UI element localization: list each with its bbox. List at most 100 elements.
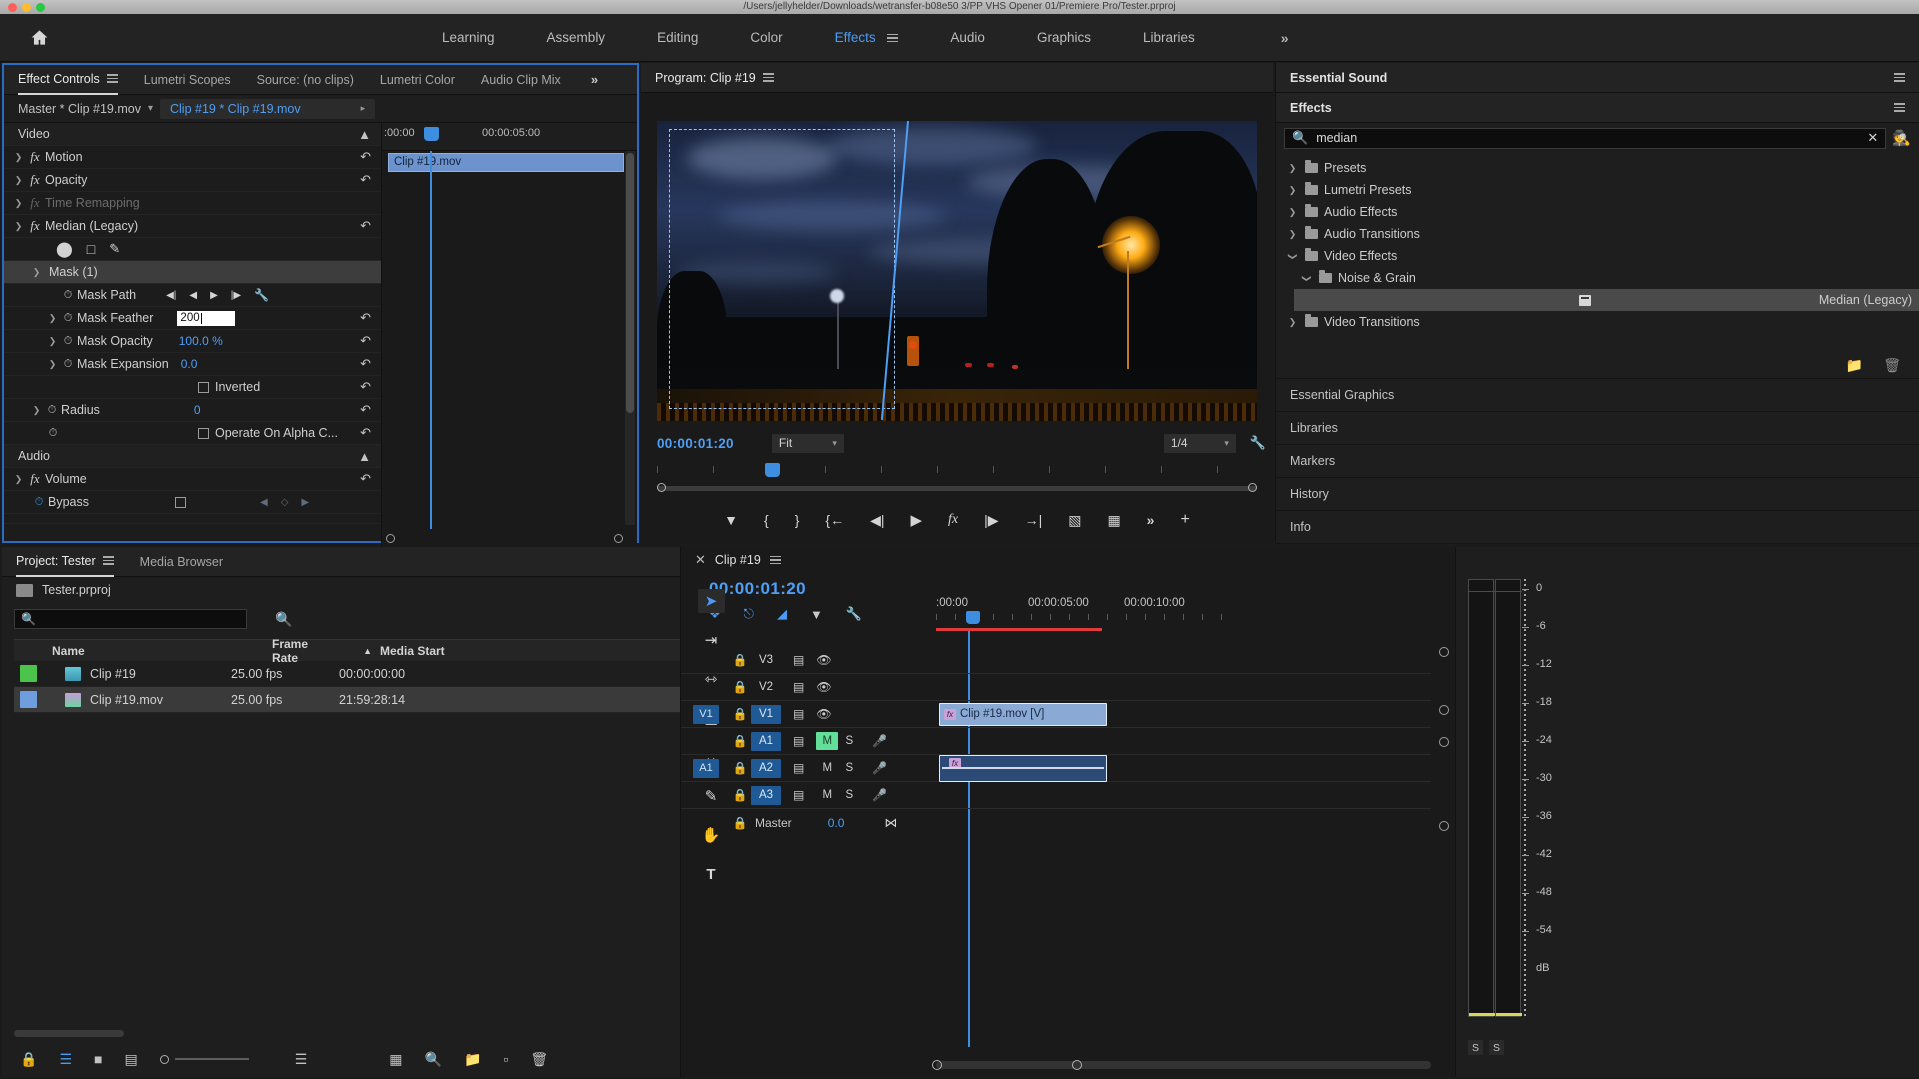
zoom-level-select[interactable]: Fit ▾ <box>772 434 844 453</box>
master-volume-value[interactable]: 0.0 <box>828 816 845 830</box>
mask-opacity-value[interactable]: 100.0 % <box>179 334 223 348</box>
lock-icon[interactable]: 🔒 <box>729 788 751 802</box>
rectangle-mask-icon[interactable]: □ <box>87 241 95 257</box>
inverted-checkbox[interactable] <box>198 382 209 393</box>
mic-icon[interactable]: 🎤 <box>872 788 887 802</box>
collapse-video-icon[interactable]: ▲ <box>358 127 371 142</box>
track-name-a1[interactable]: A1 <box>751 732 781 751</box>
collapse-mask-icon[interactable]: ❯ <box>30 267 43 278</box>
expand-mask-feather-icon[interactable]: ❯ <box>46 313 59 324</box>
project-search-input[interactable]: 🔍 <box>14 609 247 629</box>
bypass-checkbox[interactable] <box>175 497 186 508</box>
play-icon[interactable]: ▶ <box>911 511 923 529</box>
prev-keyframe-icon[interactable]: ◀ <box>260 497 268 508</box>
timeline-sequence-tab-label[interactable]: Clip #19 <box>715 553 761 567</box>
expand-mask-expansion-icon[interactable]: ❯ <box>46 359 59 370</box>
settings-wrench-icon[interactable]: 🔧 <box>1250 435 1266 451</box>
property-bypass[interactable]: ⏱ Bypass ◀ ◇ ▶ <box>4 491 381 514</box>
property-median-legacy[interactable]: ❯ fx Median (Legacy) ↶ <box>4 215 381 238</box>
workspace-tab-libraries[interactable]: Libraries <box>1117 14 1221 62</box>
workspace-overflow-icon[interactable]: » <box>1281 30 1288 46</box>
clip-indicator-right[interactable] <box>1496 580 1522 592</box>
program-monitor-video[interactable] <box>657 121 1257 421</box>
type-tool-icon[interactable]: T <box>698 862 725 886</box>
stopwatch-icon[interactable]: ⏱ <box>44 427 62 440</box>
ec-playhead[interactable] <box>424 127 439 141</box>
linked-selection-icon[interactable]: ◢ <box>777 606 787 622</box>
property-volume[interactable]: ❯ fx Volume ↶ <box>4 468 381 491</box>
add-marker-icon[interactable]: ▼ <box>810 607 823 622</box>
effects-tree-item-lumetri-presets[interactable]: ❯ Lumetri Presets <box>1276 179 1919 201</box>
track-name-v3[interactable]: V3 <box>751 651 781 670</box>
expand-mask-opacity-icon[interactable]: ❯ <box>46 336 59 347</box>
tab-source-monitor[interactable]: Source: (no clips) <box>257 65 354 95</box>
toggle-track-output-icon[interactable]: 👁 <box>816 680 831 694</box>
effect-controls-clip-label-box[interactable]: Clip #19 * Clip #19.mov ▸ <box>160 99 375 119</box>
track-name-a2[interactable]: A2 <box>751 759 781 778</box>
reset-mask-opacity-icon[interactable]: ↶ <box>360 333 371 349</box>
effect-controls-overflow-icon[interactable]: » <box>591 72 598 87</box>
workspace-tab-audio[interactable]: Audio <box>924 14 1011 62</box>
property-mask-feather[interactable]: ❯ ⏱ Mask Feather 200 ↶ <box>4 307 381 330</box>
panel-essential-graphics[interactable]: Essential Graphics <box>1276 379 1919 412</box>
chevron-down-icon[interactable]: ❯ <box>1287 250 1298 263</box>
panel-history[interactable]: History <box>1276 478 1919 511</box>
track-header-master[interactable]: 🔒 Master 0.0 ⋈ <box>681 809 1431 836</box>
stopwatch-icon[interactable]: ⏱ <box>59 312 77 325</box>
section-audio[interactable]: Audio ▲ <box>4 445 381 468</box>
workspace-tab-effects[interactable]: Effects <box>809 14 925 62</box>
next-keyframe-icon[interactable]: ▶ <box>301 497 309 508</box>
solo-track-a3[interactable]: S <box>838 789 860 801</box>
tab-project-tester[interactable]: Project: Tester <box>16 547 114 577</box>
play-mask-icon[interactable]: ▶ <box>210 290 218 301</box>
essential-sound-header[interactable]: Essential Sound <box>1276 63 1919 93</box>
find-effects-icon[interactable]: 🕵 <box>1892 129 1911 147</box>
panel-menu-icon[interactable] <box>763 71 774 84</box>
new-bin-icon[interactable]: ▦ <box>389 1051 402 1068</box>
reset-mask-feather-icon[interactable]: ↶ <box>360 310 371 326</box>
ellipse-mask-icon[interactable]: ⬤ <box>56 240 73 258</box>
property-mask-opacity[interactable]: ❯ ⏱ Mask Opacity 100.0 % ↶ <box>4 330 381 353</box>
mask-feather-input[interactable]: 200 <box>177 311 235 326</box>
tab-program-monitor[interactable]: Program: Clip #19 <box>655 63 774 93</box>
lock-icon[interactable]: 🔒 <box>729 653 751 667</box>
stopwatch-icon[interactable]: ⏱ <box>30 496 48 509</box>
collapse-volume-icon[interactable]: ❯ <box>12 474 25 485</box>
reset-radius-icon[interactable]: ↶ <box>360 402 371 418</box>
track-mask-backward-icon[interactable]: ◀| <box>166 290 176 301</box>
program-monitor-playhead[interactable] <box>765 463 780 477</box>
workspace-tab-assembly[interactable]: Assembly <box>521 14 632 62</box>
lock-icon[interactable]: 🔒 <box>729 707 751 721</box>
effects-tree-item-noise-and-grain[interactable]: ❯ Noise & Grain <box>1276 267 1919 289</box>
filter-bin-icon[interactable]: 🔍 <box>275 611 292 628</box>
panel-menu-icon[interactable] <box>107 72 118 85</box>
solo-track-a1[interactable]: S <box>838 735 860 747</box>
new-custom-bin-icon[interactable]: 📁 <box>1846 357 1863 374</box>
master-pan-icon[interactable]: ⋈ <box>884 815 897 831</box>
source-patch-v1[interactable]: V1 <box>693 705 719 724</box>
chevron-right-icon[interactable]: ▸ <box>361 103 366 114</box>
radius-value[interactable]: 0 <box>194 403 201 417</box>
workspace-tab-effects-menu-icon[interactable] <box>887 32 898 45</box>
track-header-v2[interactable]: 🔒 V2 ▤ 👁 <box>681 674 1431 701</box>
button-editor-plus-icon[interactable]: + <box>1180 511 1189 529</box>
project-horizontal-scrollbar[interactable] <box>14 1030 124 1037</box>
chevron-right-icon[interactable]: ❯ <box>1286 163 1299 174</box>
lock-icon[interactable]: 🔒 <box>729 680 751 694</box>
lock-icon[interactable]: 🔒 <box>20 1051 37 1068</box>
delete-icon[interactable]: 🗑 <box>530 1051 548 1068</box>
track-name-a3[interactable]: A3 <box>751 786 781 805</box>
effects-panel-header[interactable]: Effects <box>1276 93 1919 123</box>
clear-icon[interactable]: ▫ <box>503 1051 508 1067</box>
sync-lock-icon[interactable]: ▤ <box>793 761 804 775</box>
stopwatch-icon[interactable]: ⏱ <box>59 289 77 302</box>
freeform-view-icon[interactable]: ▤ <box>124 1051 137 1068</box>
lift-icon[interactable]: ▧ <box>1068 512 1081 529</box>
new-item-icon[interactable]: 📁 <box>464 1051 481 1068</box>
go-to-out-icon[interactable]: →| <box>1025 512 1043 528</box>
solo-track-a2[interactable]: S <box>838 762 860 774</box>
stopwatch-icon[interactable]: ⏱ <box>59 358 77 371</box>
panel-libraries[interactable]: Libraries <box>1276 412 1919 445</box>
step-forward-icon[interactable]: |▶ <box>984 512 998 529</box>
mark-out-icon[interactable]: } <box>795 512 800 528</box>
